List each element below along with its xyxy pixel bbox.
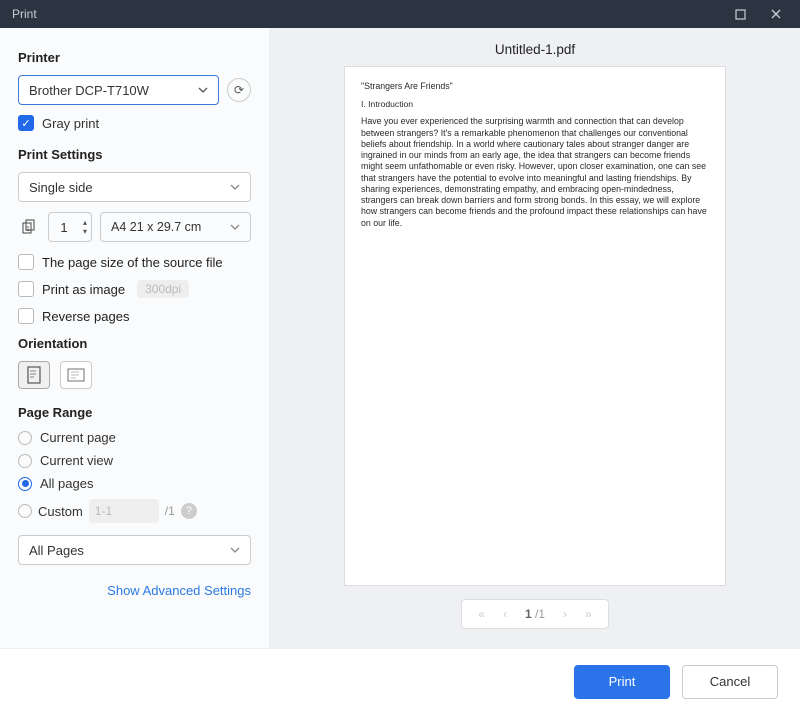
range-current-page-radio[interactable]	[18, 431, 32, 445]
range-current-page-label: Current page	[40, 430, 116, 445]
preview-page: "Strangers Are Friends" I. Introduction …	[345, 67, 725, 585]
close-icon	[770, 8, 782, 20]
sides-value: Single side	[29, 180, 93, 195]
printer-select[interactable]: Brother DCP-T710W	[18, 75, 219, 105]
copies-icon: 1	[18, 216, 40, 238]
help-icon[interactable]: ?	[181, 503, 197, 519]
printer-label: Printer	[18, 50, 251, 65]
cancel-button[interactable]: Cancel	[682, 665, 778, 699]
range-all-pages-label: All pages	[40, 476, 93, 491]
range-custom-radio[interactable]	[18, 504, 32, 518]
maximize-button[interactable]	[722, 0, 758, 28]
pager-first-button[interactable]: «	[478, 607, 485, 621]
gray-print-label: Gray print	[42, 116, 99, 131]
reverse-pages-label: Reverse pages	[42, 309, 129, 324]
source-size-label: The page size of the source file	[42, 255, 223, 270]
range-current-view-radio[interactable]	[18, 454, 32, 468]
gear-icon: ⟳	[234, 83, 244, 97]
preview-filename: Untitled-1.pdf	[495, 42, 575, 57]
pages-filter-select[interactable]: All Pages	[18, 535, 251, 565]
landscape-icon	[67, 368, 85, 382]
stepper-down-icon[interactable]: ▾	[83, 227, 87, 236]
maximize-icon	[735, 9, 746, 20]
doc-section-heading: I. Introduction	[361, 99, 709, 110]
pager-prev-button[interactable]: ‹	[503, 607, 507, 621]
window-title: Print	[12, 7, 722, 21]
pager-total: /1	[535, 607, 545, 621]
orientation-portrait-button[interactable]	[18, 361, 50, 389]
copies-value: 1	[49, 220, 79, 235]
print-as-image-checkbox[interactable]	[18, 281, 34, 297]
chevron-down-icon	[230, 545, 240, 555]
chevron-down-icon	[230, 222, 240, 232]
pages-filter-value: All Pages	[29, 543, 84, 558]
svg-text:1: 1	[26, 226, 30, 233]
stepper-up-icon[interactable]: ▴	[83, 218, 87, 227]
printer-settings-button[interactable]: ⟳	[227, 78, 251, 102]
doc-title: "Strangers Are Friends"	[361, 81, 709, 92]
printer-selected-value: Brother DCP-T710W	[29, 83, 149, 98]
sides-select[interactable]: Single side	[18, 172, 251, 202]
portrait-icon	[27, 366, 41, 384]
custom-range-input[interactable]: 1-1	[89, 499, 159, 523]
pager-last-button[interactable]: »	[585, 607, 592, 621]
print-settings-label: Print Settings	[18, 147, 251, 162]
chevron-down-icon	[230, 182, 240, 192]
reverse-pages-checkbox[interactable]	[18, 308, 34, 324]
gray-print-checkbox[interactable]: ✓	[18, 115, 34, 131]
dpi-input: 300dpi	[137, 280, 189, 298]
pager-next-button[interactable]: ›	[563, 607, 567, 621]
advanced-settings-link[interactable]: Show Advanced Settings	[18, 583, 251, 598]
page-range-label: Page Range	[18, 405, 251, 420]
range-custom-label: Custom	[38, 504, 83, 519]
orientation-landscape-button[interactable]	[60, 361, 92, 389]
range-all-pages-radio[interactable]	[18, 477, 32, 491]
print-button[interactable]: Print	[574, 665, 670, 699]
close-button[interactable]	[758, 0, 794, 28]
doc-paragraph: Have you ever experienced the surprising…	[361, 116, 709, 229]
print-as-image-label: Print as image	[42, 282, 125, 297]
chevron-down-icon	[198, 85, 208, 95]
range-current-view-label: Current view	[40, 453, 113, 468]
custom-range-total: /1	[165, 504, 175, 518]
orientation-label: Orientation	[18, 336, 251, 351]
page-navigator: « ‹ 1 /1 › »	[461, 599, 608, 629]
paper-size-value: A4 21 x 29.7 cm	[111, 220, 201, 234]
source-size-checkbox[interactable]	[18, 254, 34, 270]
paper-size-select[interactable]: A4 21 x 29.7 cm	[100, 212, 251, 242]
copies-stepper[interactable]: 1 ▴▾	[48, 212, 92, 242]
pager-current: 1	[525, 607, 532, 621]
